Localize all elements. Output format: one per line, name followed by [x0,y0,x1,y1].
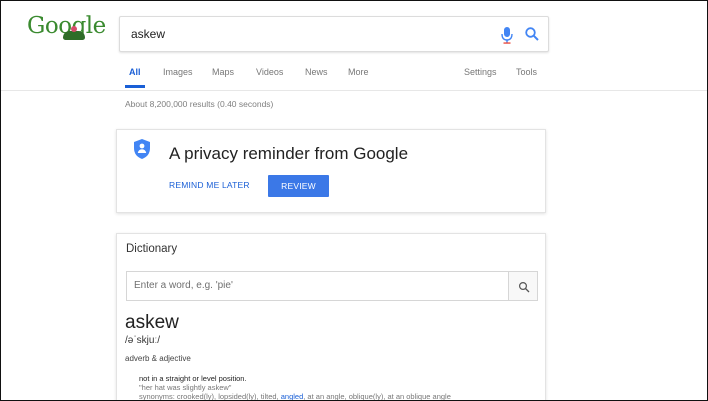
example-sentence: "her hat was slightly askew" [139,383,232,392]
part-of-speech: adverb & adjective [125,354,191,363]
synonyms-suffix: , at an angle, oblique(ly), at an obliqu… [303,392,451,401]
privacy-reminder-card: A privacy reminder from Google REMIND ME… [116,129,546,213]
tab-all[interactable]: All [129,67,141,77]
tab-more[interactable]: More [348,67,369,77]
doodle-flower-icon [71,26,77,32]
dictionary-placeholder: Enter a word, e.g. 'pie' [134,280,233,291]
search-box[interactable]: askew [119,16,549,52]
definition: not in a straight or level position. [139,374,247,383]
shield-icon [134,139,150,159]
tab-videos[interactable]: Videos [256,67,283,77]
google-logo[interactable]: Google [25,11,109,45]
result-stats: About 8,200,000 results (0.40 seconds) [125,99,274,109]
dictionary-card: Dictionary Enter a word, e.g. 'pie' aske… [116,233,546,401]
synonym-link[interactable]: angled [281,392,304,400]
tab-news[interactable]: News [305,67,328,77]
synonyms-prefix: synonyms: crooked(ly), lopsided(ly), til… [139,392,279,401]
tab-settings[interactable]: Settings [464,67,497,77]
magnifier-icon [518,281,530,293]
search-tabs: All Images Maps Videos News More Setting… [1,61,707,91]
synonyms-line: synonyms: crooked(ly), lopsided(ly), til… [139,392,451,401]
browser-frame: Google askew All Images Maps Videos News… [0,0,708,401]
doodle-mound-icon [63,31,85,40]
privacy-title: A privacy reminder from Google [169,144,409,163]
tab-maps[interactable]: Maps [212,67,234,77]
remind-me-later-link[interactable]: REMIND ME LATER [169,180,250,190]
search-icon[interactable] [524,26,540,42]
mic-icon[interactable] [500,26,514,44]
dictionary-search-input[interactable]: Enter a word, e.g. 'pie' [126,271,510,301]
tab-tools[interactable]: Tools [516,67,537,77]
review-button[interactable]: REVIEW [268,175,329,197]
search-input[interactable]: askew [131,27,165,41]
active-tab-indicator [125,85,145,88]
headword: askew [125,312,179,333]
dictionary-heading: Dictionary [126,243,178,255]
phonetic: /əˈskjuː/ [125,335,161,346]
tabs-divider [1,90,707,91]
dictionary-search-button[interactable] [508,271,538,301]
tab-images[interactable]: Images [163,67,193,77]
